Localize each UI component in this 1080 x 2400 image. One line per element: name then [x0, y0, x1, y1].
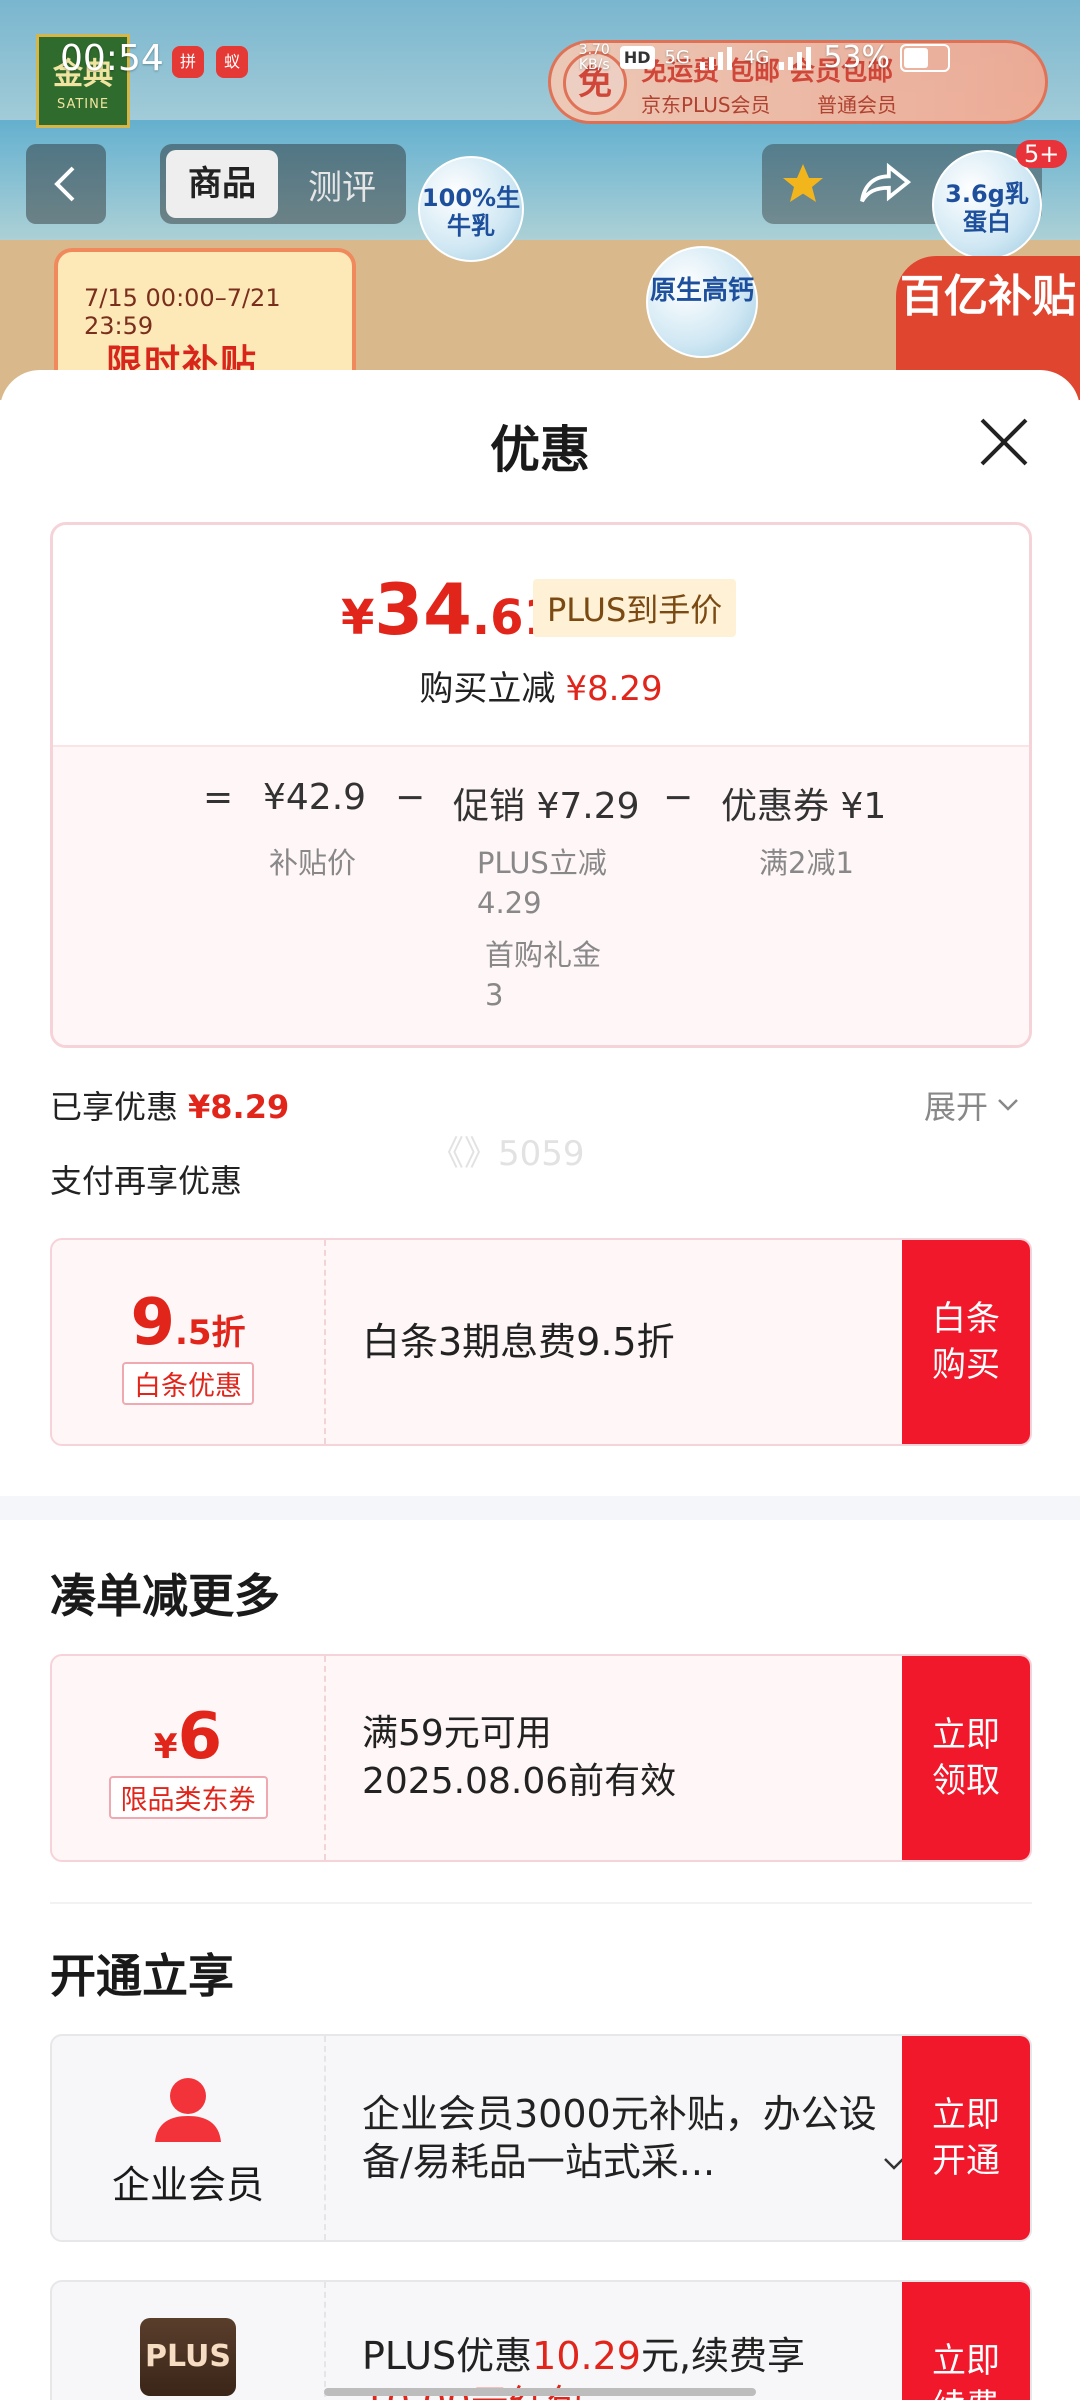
back-button[interactable] [26, 144, 106, 224]
price-breakdown-card: ¥34.61 PLUS到手价 购买立减 ¥8.29 = ¥42.9 − 促销 ¥7… [50, 522, 1032, 1048]
share-icon[interactable] [858, 161, 912, 207]
calc-row: = ¥42.9 − 促销 ¥7.29 − 优惠券 ¥1 [53, 777, 1029, 837]
baitiao-discount-value: 9.5折 [130, 1286, 246, 1360]
plus-member-line1: PLUS优惠10.29元,续费享 [362, 2334, 806, 2378]
person-icon [155, 2078, 221, 2142]
section-divider [0, 1496, 1080, 1520]
instant-reduction-value: ¥8.29 [565, 669, 663, 709]
promo-date: 7/15 00:00–7/21 23:59 [84, 284, 281, 340]
signal-bars-icon [699, 46, 732, 70]
saved-label: 已享优惠 [50, 1088, 179, 1126]
first-purchase-label: 首购礼金 [485, 938, 602, 972]
expand-label: 展开 [924, 1088, 989, 1126]
baitiao-buy-button[interactable]: 白条购买 [902, 1240, 1030, 1444]
feature-bubble-calcium: 原生高钙 [646, 246, 758, 358]
status-time: 00:54 [60, 38, 164, 79]
plus-member-description: PLUS优惠10.29元,续费享 10.00元红包 [362, 2282, 902, 2400]
watermark: 《》5059 [430, 1134, 585, 1174]
chevron-down-icon [998, 1099, 1018, 1111]
signal-5g-icon: 5G [664, 47, 690, 68]
sheet-title: 优惠 [490, 421, 590, 479]
instant-reduction-label: 购买立减 [419, 669, 556, 709]
promo-value: 促销 ¥7.29 [453, 786, 640, 827]
coupon-condition: 满59元可用 [362, 1713, 552, 1754]
payment-offers-title: 支付再享优惠 [50, 1162, 243, 1200]
minus-sign: − [663, 777, 694, 818]
plus-member-card: PLUS PLUS优惠10.29元,续费享 10.00元红包 立即续费 [50, 2280, 1032, 2400]
plus-reduction-value: 4.29 [477, 886, 542, 920]
instant-reduction: 购买立减 ¥8.29 [53, 661, 1029, 710]
app-notification-icon: 蚁 [216, 46, 248, 78]
base-price-label: 补贴价 [269, 846, 357, 880]
coupon-condition: 满2减1 [759, 846, 854, 880]
status-indicators: 3.70 KB/s HD 5G 4G 53% [579, 40, 950, 75]
app-notification-icon: 拼 [172, 46, 204, 78]
baitiao-discount: 9.5折 白条优惠 [52, 1240, 326, 1444]
coupon-amount-value: ¥6 [153, 1700, 223, 1774]
star-favorite-icon[interactable] [778, 160, 828, 208]
plus-logo: PLUS [140, 2318, 236, 2396]
baitiao-description: 白条3期息费9.5折 [362, 1320, 675, 1364]
product-header-background: 金典 SATINE 免 免运费 包邮 会员包邮 京东PLUS会员 普通会员 00… [0, 0, 1080, 400]
final-price: ¥34.61 [341, 569, 557, 651]
price-calculation: = ¥42.9 − 促销 ¥7.29 − 优惠券 ¥1 补贴价 PLUS立减 4… [53, 745, 1029, 1045]
baitiao-tag: 白条优惠 [122, 1362, 254, 1405]
store-coupon-card: ¥6 限品类东券 满59元可用 2025.08.06前有效 立即领取 [50, 1654, 1032, 1862]
coupon-value: 优惠券 ¥1 [721, 786, 887, 827]
renew-plus-button[interactable]: 立即续费 [902, 2282, 1030, 2400]
divider [50, 1902, 1032, 1904]
plus-member-badge: PLUS [52, 2282, 326, 2400]
enterprise-member-description[interactable]: 企业会员3000元补贴，办公设备/易耗品一站式采... [362, 2036, 902, 2240]
plus-reduction-label: PLUS立减 [477, 846, 607, 880]
claim-coupon-button[interactable]: 立即领取 [902, 1656, 1030, 1860]
hd-icon: HD [619, 46, 655, 69]
saved-discount: 已享优惠 ¥8.29 [50, 1082, 289, 1128]
battery-percent: 53% [823, 40, 890, 75]
tab-product[interactable]: 商品 [166, 150, 278, 218]
section-title-open: 开通立享 [50, 1949, 234, 2003]
expand-button[interactable]: 展开 [924, 1082, 1020, 1128]
promo-card: 7/15 00:00–7/21 23:59 限时补贴 [54, 248, 356, 388]
feature-bubble-milk: 100%生牛乳 [418, 156, 524, 262]
enterprise-member-label: 企业会员 [111, 2163, 264, 2207]
final-price-section: ¥34.61 PLUS到手价 购买立减 ¥8.29 [53, 525, 1029, 745]
coupon-amount: ¥6 限品类东券 [52, 1656, 326, 1860]
base-price-value: ¥42.9 [263, 777, 367, 818]
product-tab-switcher: 商品 测评 [160, 144, 406, 224]
section-title-more: 凑单减更多 [50, 1569, 280, 1623]
coupon-expiry: 2025.08.06前有效 [362, 1761, 677, 1802]
equals-sign: = [203, 777, 234, 818]
open-enterprise-button[interactable]: 立即开通 [902, 2036, 1030, 2240]
signal-4g-icon: 4G [743, 47, 770, 68]
tab-review[interactable]: 测评 [284, 160, 400, 209]
enterprise-member-card: 企业会员 企业会员3000元补贴，办公设备/易耗品一站式采... 立即开通 [50, 2034, 1032, 2242]
signal-bars-icon [779, 46, 812, 70]
message-count-badge: 5+ [1016, 140, 1068, 168]
first-purchase-value: 3 [485, 978, 504, 1012]
status-bar: 00:54 拼 蚁 3.70 KB/s HD 5G 4G 53% [0, 0, 1080, 120]
baitiao-offer-card: 9.5折 白条优惠 白条3期息费9.5折 白条购买 [50, 1238, 1032, 1446]
home-indicator[interactable] [324, 2388, 756, 2396]
close-icon[interactable] [976, 414, 1032, 470]
enterprise-member-badge: 企业会员 [52, 2036, 326, 2240]
battery-icon [900, 43, 950, 72]
coupon-description: 满59元可用 2025.08.06前有效 [362, 1656, 902, 1860]
minus-sign: − [395, 777, 426, 818]
coupon-tag: 限品类东券 [108, 1776, 268, 1819]
plus-price-tag: PLUS到手价 [533, 579, 737, 637]
chevron-left-icon [54, 166, 75, 202]
discount-sheet: 优惠 ¥34.61 PLUS到手价 购买立减 ¥8.29 = ¥42.9 − 促销… [0, 370, 1080, 2400]
network-speed: 3.70 KB/s [578, 41, 610, 73]
saved-value: ¥8.29 [188, 1088, 290, 1126]
